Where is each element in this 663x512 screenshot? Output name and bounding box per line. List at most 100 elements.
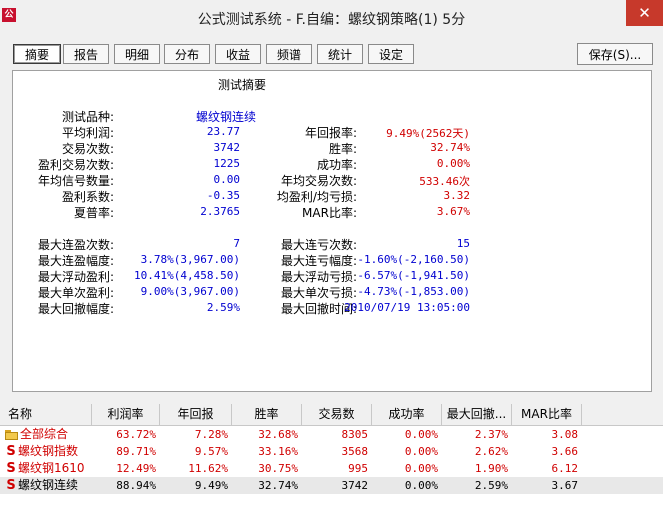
col-success-rate[interactable]: 成功率	[372, 404, 442, 425]
value-instrument: 螺纹钢连续	[195, 110, 256, 124]
table-cell: 33.16%	[258, 445, 298, 458]
value-max-loss-range: -1.60%(-2,160.50)	[357, 253, 470, 266]
label-max-single-loss: 最大单次亏损:	[280, 286, 357, 300]
value-max-single-loss: -4.73%(-1,853.00)	[357, 285, 470, 298]
table-cell: 11.62%	[188, 462, 228, 475]
row-name: S 螺纹钢连续	[0, 477, 78, 494]
col-trade-count[interactable]: 交易数	[302, 404, 372, 425]
table-cell: 32.68%	[258, 428, 298, 441]
value-win-trades: 1225	[213, 157, 241, 170]
table-row[interactable]: S 螺纹钢1610 12.49% 11.62% 30.75% 995 0.00% 1.90% 6…	[0, 460, 663, 477]
value-max-float-profit: 10.41%(4,458.50)	[134, 269, 240, 282]
value-mar-ratio: 3.67%	[436, 205, 470, 218]
value-success-rate: 0.00%	[436, 157, 470, 170]
value-avg-win-loss: 3.32	[443, 189, 471, 202]
row-name: 全部综合	[0, 426, 68, 443]
col-win-rate[interactable]: 胜率	[232, 404, 302, 425]
table-cell: 7.28%	[194, 428, 228, 441]
row-name: S 螺纹钢1610	[0, 460, 85, 477]
label-max-float-profit: 最大浮动盈利:	[37, 270, 114, 284]
col-name[interactable]: 名称	[0, 404, 92, 425]
table-cell: 1.90%	[474, 462, 508, 475]
strategy-s-icon: S	[6, 478, 16, 493]
label-annual-return: 年回报率:	[304, 126, 357, 140]
tab-spectrum[interactable]: 频谱	[266, 44, 312, 64]
row-name-label: 全部综合	[20, 427, 69, 441]
table-cell: 89.71%	[116, 445, 156, 458]
col-profit-rate[interactable]: 利润率	[92, 404, 160, 425]
table-cell: 63.72%	[116, 428, 156, 441]
summary-panel: 测试摘要 测试品种: 螺纹钢连续 平均利润: 23.77 交易次数: 3742 …	[12, 70, 652, 392]
table-cell: 32.74%	[258, 479, 298, 492]
table-cell: 0.00%	[404, 479, 438, 492]
label-avg-win-loss: 均盈利/均亏损:	[276, 190, 357, 204]
value-max-drawdown-time: 2010/07/19 13:05:00	[344, 301, 470, 314]
label-profit-factor: 盈利系数:	[61, 190, 114, 204]
label-annual-trades: 年均交易次数:	[280, 174, 357, 188]
label-win-trades: 盈利交易次数:	[37, 158, 114, 172]
table-cell: 6.12	[551, 462, 579, 475]
value-annual-return: 9.49%(2562天)	[386, 127, 470, 140]
grid-header: 名称 利润率 年回报 胜率 交易数 成功率 最大回撤... MAR比率	[0, 404, 663, 426]
label-instrument: 测试品种:	[61, 110, 114, 124]
value-win-rate: 32.74%	[430, 141, 470, 154]
value-profit-factor: -0.35	[206, 189, 240, 202]
table-cell: 3742	[341, 479, 369, 492]
tab-details[interactable]: 明细	[114, 44, 160, 64]
label-max-drawdown: 最大回撤幅度:	[37, 302, 114, 316]
col-mar-ratio[interactable]: MAR比率	[512, 404, 582, 425]
value-avg-profit: 23.77	[206, 125, 240, 138]
table-cell: 3568	[341, 445, 369, 458]
table-cell: 0.00%	[404, 445, 438, 458]
row-name-label: 螺纹钢连续	[18, 478, 79, 492]
table-cell: 2.59%	[474, 479, 508, 492]
label-success-rate: 成功率:	[316, 158, 357, 172]
row-name-label: 螺纹钢1610	[18, 461, 85, 475]
tab-distribution[interactable]: 分布	[164, 44, 210, 64]
label-max-single-profit: 最大单次盈利:	[37, 286, 114, 300]
results-grid: 名称 利润率 年回报 胜率 交易数 成功率 最大回撤... MAR比率 全部综合…	[0, 404, 663, 512]
table-cell: 2.37%	[474, 428, 508, 441]
tab-bar: 摘要 报告 明细 分布 收益 频谱 统计 设定	[0, 36, 663, 70]
value-max-loss-streak: 15	[456, 237, 470, 250]
summary-title: 测试摘要	[218, 78, 267, 92]
table-cell: 12.49%	[116, 462, 156, 475]
table-cell: 8305	[341, 428, 369, 441]
label-max-float-loss: 最大浮动亏损:	[280, 270, 357, 284]
label-max-loss-streak: 最大连亏次数:	[280, 238, 357, 252]
tab-returns[interactable]: 收益	[215, 44, 261, 64]
value-max-float-loss: -6.57%(-1,941.50)	[357, 269, 470, 282]
label-sharpe: 夏普率:	[73, 206, 114, 220]
label-win-rate: 胜率:	[328, 142, 357, 156]
col-max-drawdown[interactable]: 最大回撤...	[442, 404, 512, 425]
table-cell: 2.62%	[474, 445, 508, 458]
value-sharpe: 2.3765	[200, 205, 240, 218]
value-annual-trades: 533.46次	[419, 175, 470, 188]
tab-summary[interactable]: 摘要	[13, 44, 61, 64]
label-max-win-streak: 最大连盈次数:	[37, 238, 114, 252]
strategy-s-icon: S	[6, 461, 16, 476]
table-cell: 0.00%	[404, 462, 438, 475]
table-row[interactable]: S 螺纹钢连续 88.94% 9.49% 32.74% 3742 0.00% 2.59% 3.6…	[0, 477, 663, 494]
window-title: 公式测试系统 - F.自编：螺纹钢策略(1) 5分	[197, 12, 466, 28]
value-trade-count: 3742	[213, 141, 241, 154]
table-cell: 88.94%	[116, 479, 156, 492]
value-max-win-streak: 7	[233, 237, 240, 250]
tab-report[interactable]: 报告	[63, 44, 109, 64]
title-bar: 公 公式测试系统 - F.自编：螺纹钢策略(1) 5分 ✕	[0, 0, 663, 36]
value-max-single-profit: 9.00%(3,967.00)	[140, 285, 240, 298]
label-max-loss-range: 最大连亏幅度:	[280, 254, 357, 268]
close-button[interactable]: ✕	[626, 0, 663, 26]
table-row[interactable]: 全部综合 63.72% 7.28% 32.68% 8305 0.00% 2.37% 3.08	[0, 426, 663, 443]
save-button[interactable]: 保存(S)...	[577, 43, 653, 65]
col-annual-return[interactable]: 年回报	[160, 404, 232, 425]
table-row[interactable]: S 螺纹钢指数 89.71% 9.57% 33.16% 3568 0.00% 2.62% 3.6…	[0, 443, 663, 460]
label-mar-ratio: MAR比率:	[302, 206, 357, 220]
tab-statistics[interactable]: 统计	[317, 44, 363, 64]
folder-icon	[4, 429, 18, 440]
tab-settings[interactable]: 设定	[368, 44, 414, 64]
label-annual-signals: 年均信号数量:	[37, 174, 114, 188]
table-cell: 3.08	[551, 428, 579, 441]
table-cell: 3.66	[551, 445, 579, 458]
value-max-win-range: 3.78%(3,967.00)	[140, 253, 240, 266]
